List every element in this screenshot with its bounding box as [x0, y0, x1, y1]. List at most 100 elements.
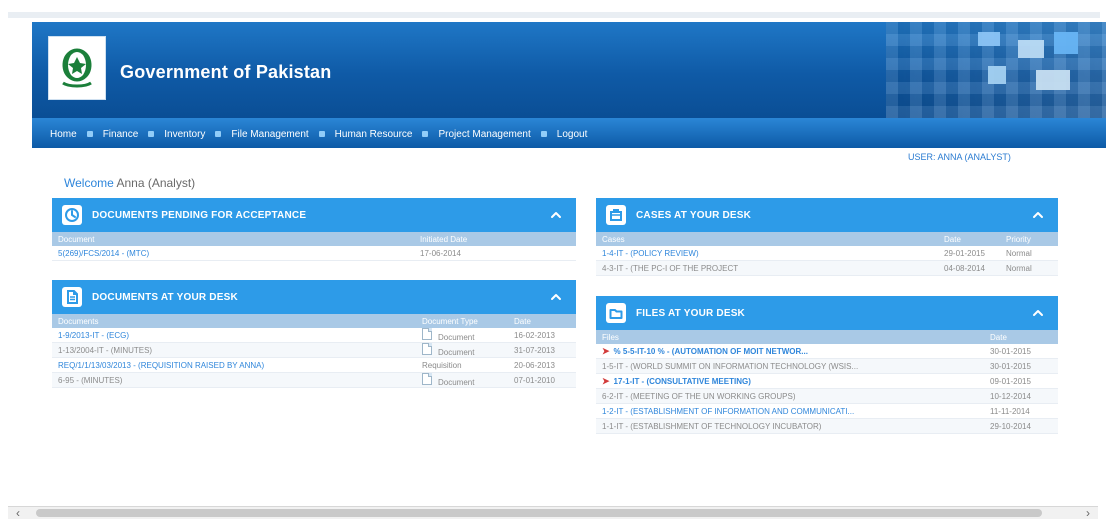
file-icon	[422, 328, 432, 340]
document-date: 20-06-2013	[514, 360, 555, 370]
file-link[interactable]: 1-2-IT - (ESTABLISHMENT OF INFORMATION A…	[602, 407, 990, 416]
top-banner: Government of Pakistan	[32, 22, 1106, 118]
initiated-date: 17-06-2014	[420, 248, 461, 258]
document-link[interactable]: 6-95 - (MINUTES)	[58, 376, 422, 385]
table-row[interactable]: ➤% 5-5-IT-10 % - (AUTOMATION OF MOIT NET…	[596, 344, 1058, 359]
government-emblem	[48, 36, 106, 100]
flag-icon: ➤	[602, 375, 610, 386]
table-row[interactable]: 1-13/2004-IT - (MINUTES) Document 31-07-…	[52, 343, 576, 358]
document-type: Document	[422, 328, 514, 342]
horizontal-scrollbar[interactable]: ‹ ›	[8, 506, 1098, 520]
table-row[interactable]: REQ/1/1/13/03/2013 - (REQUISITION RAISED…	[52, 358, 576, 373]
col-documents: Documents	[58, 316, 99, 326]
file-icon	[422, 373, 432, 385]
table-row[interactable]: 4-3-IT - (THE PC-I OF THE PROJECT 04-08-…	[596, 261, 1058, 276]
file-title: % 5-5-IT-10 % - (AUTOMATION OF MOIT NETW…	[613, 346, 808, 356]
table-row[interactable]: 1-5-IT - (WORLD SUMMIT ON INFORMATION TE…	[596, 359, 1058, 374]
panel-title: DOCUMENTS AT YOUR DESK	[92, 291, 238, 303]
nav-separator	[318, 131, 325, 137]
panel-title: DOCUMENTS PENDING FOR ACCEPTANCE	[92, 209, 307, 221]
document-type: Document	[422, 373, 514, 387]
collapse-button[interactable]	[550, 209, 562, 221]
document-icon	[62, 287, 82, 307]
scrollbar-thumb[interactable]	[36, 509, 1042, 517]
file-date: 10-12-2014	[990, 391, 1031, 401]
document-type-text: Document	[438, 378, 475, 387]
nav-home[interactable]: Home	[50, 129, 77, 140]
document-date: 16-02-2013	[514, 330, 555, 340]
file-title: 17-1-IT - (CONSULTATIVE MEETING)	[613, 376, 751, 386]
file-date: 29-10-2014	[990, 421, 1031, 431]
document-link[interactable]: 1-9/2013-IT - (ECG)	[58, 331, 422, 340]
nav-inventory[interactable]: Inventory	[164, 129, 205, 140]
panel-header: DOCUMENTS AT YOUR DESK	[52, 280, 576, 314]
table-row[interactable]: 1-2-IT - (ESTABLISHMENT OF INFORMATION A…	[596, 404, 1058, 419]
current-user-link[interactable]: USER: ANNA (ANALYST)	[908, 152, 1011, 162]
panel-files-desk: FILES AT YOUR DESK Files Date ➤% 5-5-IT-…	[596, 296, 1058, 458]
table-header: Documents Document Type Date	[52, 314, 576, 328]
table-row[interactable]: 6-2-IT - (MEETING OF THE UN WORKING GROU…	[596, 389, 1058, 404]
document-date: 07-01-2010	[514, 375, 555, 385]
table-row[interactable]: 1-9/2013-IT - (ECG) Document 16-02-2013	[52, 328, 576, 343]
col-cases: Cases	[602, 234, 625, 244]
document-link[interactable]: 5(269)/FCS/2014 - (MTC)	[58, 249, 420, 258]
document-type-text: Document	[438, 333, 475, 342]
document-type: Document	[422, 343, 514, 357]
table-row[interactable]: 6-95 - (MINUTES) Document 07-01-2010	[52, 373, 576, 388]
welcome-name: Anna (Analyst)	[116, 176, 196, 190]
col-document-type: Document Type	[422, 316, 478, 326]
nav-human-resource[interactable]: Human Resource	[335, 129, 413, 140]
nav-project-management[interactable]: Project Management	[438, 129, 530, 140]
file-link[interactable]: ➤% 5-5-IT-10 % - (AUTOMATION OF MOIT NET…	[602, 346, 990, 357]
file-date: 09-01-2015	[990, 376, 1031, 386]
file-link[interactable]: ➤ 17-1-IT - (CONSULTATIVE MEETING)	[602, 376, 990, 387]
scroll-left-icon[interactable]: ‹	[12, 506, 24, 520]
file-date: 30-01-2015	[990, 361, 1031, 371]
case-date: 04-08-2014	[944, 263, 985, 273]
flag-icon: ➤	[602, 345, 610, 356]
scroll-right-icon[interactable]: ›	[1082, 506, 1094, 520]
file-date: 30-01-2015	[990, 346, 1031, 356]
app-window: Government of Pakistan Home Finance Inve…	[0, 0, 1106, 520]
table-header: Cases Date Priority	[596, 232, 1058, 246]
nav-finance[interactable]: Finance	[103, 129, 139, 140]
welcome-label: Welcome	[64, 176, 114, 190]
case-link[interactable]: 4-3-IT - (THE PC-I OF THE PROJECT	[602, 264, 944, 273]
table-header: Files Date	[596, 330, 1058, 344]
collapse-button[interactable]	[550, 291, 562, 303]
site-title: Government of Pakistan	[120, 62, 332, 82]
nav-separator	[422, 131, 429, 137]
file-link[interactable]: 6-2-IT - (MEETING OF THE UN WORKING GROU…	[602, 392, 990, 401]
case-priority: Normal	[1006, 263, 1032, 273]
case-priority: Normal	[1006, 248, 1032, 258]
document-link[interactable]: REQ/1/1/13/03/2013 - (REQUISITION RAISED…	[58, 361, 422, 370]
table-row[interactable]: 1-1-IT - (ESTABLISHMENT OF TECHNOLOGY IN…	[596, 419, 1058, 434]
panel-documents-desk: DOCUMENTS AT YOUR DESK Documents Documen…	[52, 280, 576, 410]
table-row[interactable]: 1-4-IT - (POLICY REVIEW) 29-01-2015 Norm…	[596, 246, 1058, 261]
col-date: Date	[944, 234, 961, 244]
file-link[interactable]: 1-5-IT - (WORLD SUMMIT ON INFORMATION TE…	[602, 362, 990, 371]
nav-file-management[interactable]: File Management	[231, 129, 308, 140]
col-document: Document	[58, 234, 95, 244]
nav-list: Home Finance Inventory File Management H…	[50, 126, 587, 142]
nav-logout[interactable]: Logout	[557, 129, 588, 140]
col-initiated-date: Initiated Date	[420, 234, 468, 244]
case-date: 29-01-2015	[944, 248, 985, 258]
table-row[interactable]: ➤ 17-1-IT - (CONSULTATIVE MEETING) 09-01-…	[596, 374, 1058, 389]
panel-title: CASES AT YOUR DESK	[636, 209, 752, 221]
collapse-button[interactable]	[1032, 307, 1044, 319]
document-link[interactable]: 1-13/2004-IT - (MINUTES)	[58, 346, 422, 355]
col-date: Date	[990, 332, 1007, 342]
nav-separator	[540, 131, 547, 137]
document-type: Requisition	[422, 360, 462, 370]
folder-icon	[606, 303, 626, 323]
table-row[interactable]: 5(269)/FCS/2014 - (MTC) 17-06-2014	[52, 246, 576, 261]
collapse-button[interactable]	[1032, 209, 1044, 221]
case-link[interactable]: 1-4-IT - (POLICY REVIEW)	[602, 249, 944, 258]
table-header: Document Initiated Date	[52, 232, 576, 246]
file-link[interactable]: 1-1-IT - (ESTABLISHMENT OF TECHNOLOGY IN…	[602, 422, 990, 431]
panel-header: CASES AT YOUR DESK	[596, 198, 1058, 232]
banner-mosaic	[886, 22, 1106, 118]
panel-header: DOCUMENTS PENDING FOR ACCEPTANCE	[52, 198, 576, 232]
document-date: 31-07-2013	[514, 345, 555, 355]
